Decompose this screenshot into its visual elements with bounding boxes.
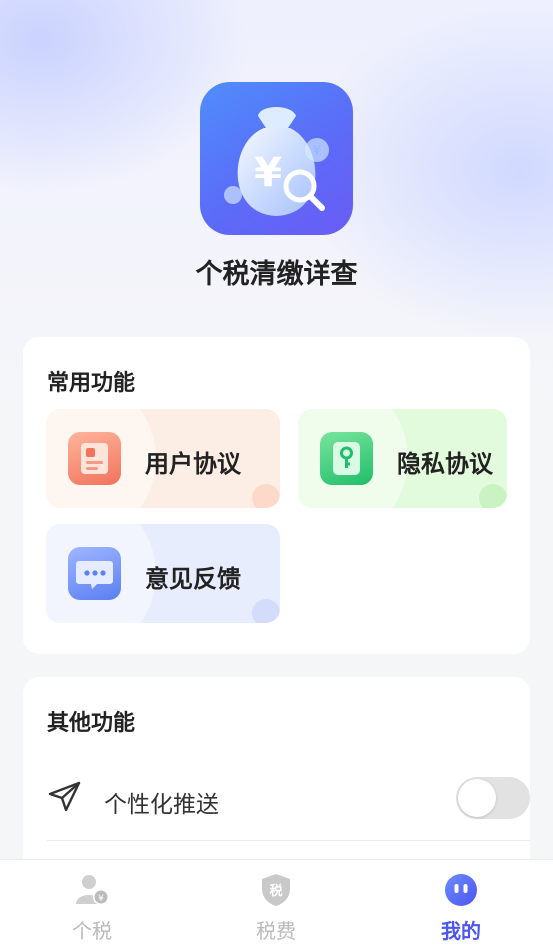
user-agreement-icon [68,432,121,485]
personalized-push-row: 个性化推送 [23,755,530,841]
feedback-label: 意见反馈 [145,565,241,593]
user-agreement-tile[interactable]: 用户协议 [46,409,280,508]
common-functions-title: 常用功能 [47,371,136,396]
money-bag-search-icon: ¥ ¥ [224,107,329,216]
feedback-tile[interactable]: 意见反馈 [46,524,280,623]
tile-decoration [252,599,280,623]
personalized-push-label: 个性化推送 [104,792,219,818]
tab-tax-fees-label: 税费 [256,919,296,943]
svg-text:¥: ¥ [313,144,321,159]
bottom-tab-bar: ¥ 个税 税 税费 我的 [0,859,553,952]
tab-tax-fees[interactable]: 税 税费 [206,860,346,952]
tab-tax[interactable]: ¥ 个税 [22,860,162,952]
other-functions-title: 其他功能 [47,711,136,736]
svg-text:税: 税 [269,883,282,899]
tab-mine[interactable]: 我的 [391,860,531,952]
person-tax-icon: ¥ [76,875,109,905]
privacy-key-icon [320,432,373,485]
toggle-knob [458,779,496,817]
tile-decoration [479,484,507,508]
tab-mine-label: 我的 [441,919,481,943]
feedback-chat-icon [68,547,121,600]
privacy-agreement-label: 隐私协议 [397,450,493,478]
tab-tax-label: 个税 [72,919,112,943]
send-icon [48,781,81,812]
common-functions-card: 常用功能 用户协议 隐私协议 意见反馈 [23,337,530,654]
svg-text:¥: ¥ [254,150,282,196]
svg-text:¥: ¥ [98,894,104,904]
app-logo: ¥ ¥ [200,82,353,235]
user-agreement-label: 用户协议 [145,450,241,478]
personalized-push-toggle[interactable] [456,777,530,819]
app-name: 个税清缴详查 [195,259,358,290]
mine-face-icon [445,874,477,906]
tax-shield-icon: 税 [262,874,290,906]
tile-decoration [252,484,280,508]
privacy-agreement-tile[interactable]: 隐私协议 [298,409,507,508]
row-divider [47,840,530,841]
